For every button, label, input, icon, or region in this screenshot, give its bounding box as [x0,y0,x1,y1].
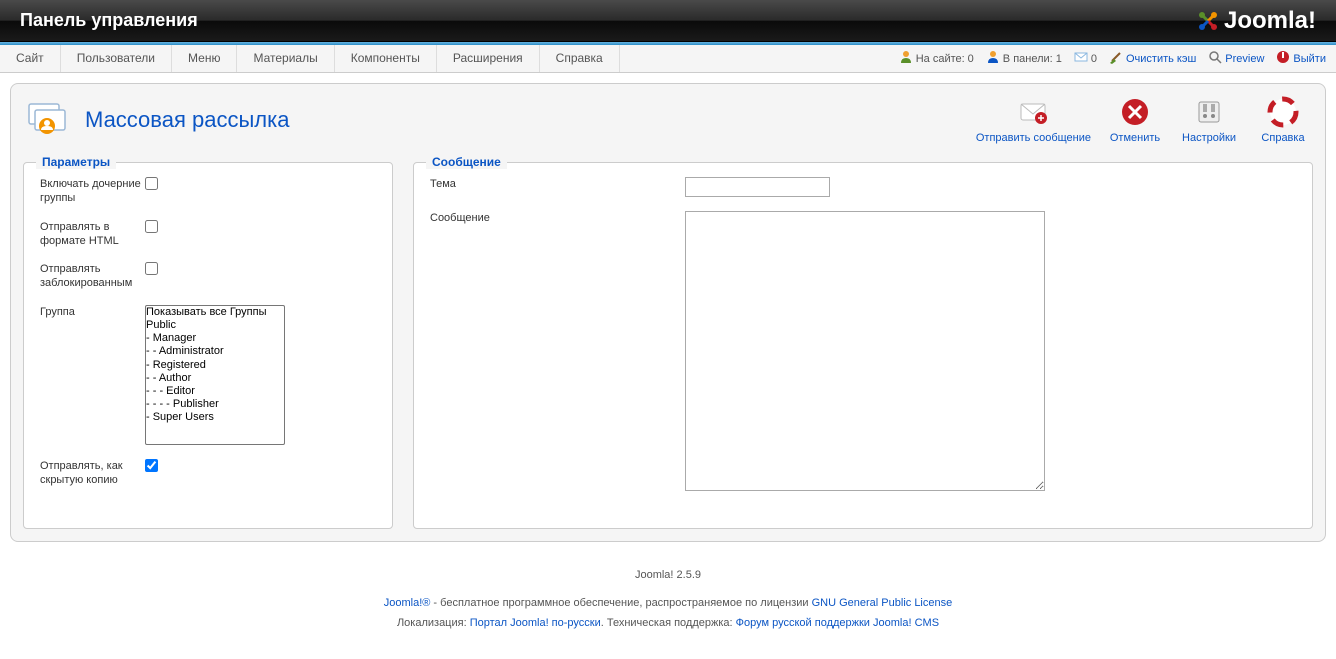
forum-link[interactable]: Форум русской поддержки Joomla! CMS [736,617,939,629]
row-body: Сообщение [430,211,1296,494]
message-legend: Сообщение [426,155,507,169]
row-html: Отправлять в формате HTML [40,220,376,249]
page-header: Массовая рассылка Отправить сообщение От… [23,96,1313,144]
row-recurse: Включать дочерние группы [40,177,376,206]
recurse-checkbox[interactable] [145,177,158,190]
row-subject: Тема [430,177,1296,197]
send-icon [1017,96,1049,128]
status-messages[interactable]: 0 [1074,51,1097,66]
group-option[interactable]: Public [146,319,284,332]
search-icon [1208,50,1222,67]
menu-help[interactable]: Справка [540,45,620,72]
mail-icon [1074,51,1088,66]
row-bcc: Отправлять, как скрытую копию [40,459,376,488]
status-clear-cache[interactable]: Очистить кэш [1109,50,1196,67]
menu-content[interactable]: Материалы [237,45,334,72]
message-fieldset: Сообщение Тема Сообщение [413,162,1313,529]
version: Joomla! 2.5.9 [14,566,1322,586]
group-option[interactable]: - Super Users [146,411,284,424]
logout-icon [1276,50,1290,67]
massmail-icon [23,96,71,144]
disabled-checkbox[interactable] [145,262,158,275]
content-box: Массовая рассылка Отправить сообщение От… [10,83,1326,542]
portal-link[interactable]: Портал Joomla! по-русски [470,617,601,629]
group-option[interactable]: - - Administrator [146,345,284,358]
menu-site[interactable]: Сайт [0,45,61,72]
html-checkbox[interactable] [145,220,158,233]
row-disabled: Отправлять заблокированным [40,262,376,291]
options-icon [1193,96,1225,128]
help-label: Справка [1253,132,1313,144]
recurse-label: Включать дочерние группы [40,177,145,206]
footer: Joomla! 2.5.9 Joomla!® - бесплатное прог… [0,552,1336,647]
form-columns: Параметры Включать дочерние группы Отпра… [23,162,1313,529]
header-title: Панель управления [20,10,198,31]
footer-line2: Локализация: Портал Joomla! по-русски. Т… [14,614,1322,634]
status-bar: На сайте: 0 В панели: 1 0 Очистить кэш P… [889,45,1336,72]
options-label: Настройки [1179,132,1239,144]
logo: Joomla! [1196,7,1316,35]
body-label: Сообщение [430,211,685,225]
send-button[interactable]: Отправить сообщение [976,96,1091,144]
group-option[interactable]: - Registered [146,359,284,372]
help-button[interactable]: Справка [1253,96,1313,144]
menu-users[interactable]: Пользователи [61,45,172,72]
toolbar: Отправить сообщение Отменить Настройки С… [976,96,1313,144]
header: Панель управления Joomla! [0,0,1336,42]
joomla-link[interactable]: Joomla!® [384,597,431,609]
group-select[interactable]: Показывать все ГруппыPublic- Manager- - … [145,305,285,445]
group-option[interactable]: - - - Editor [146,385,284,398]
options-button[interactable]: Настройки [1179,96,1239,144]
license-link[interactable]: GNU General Public License [812,597,953,609]
menu-left: Сайт Пользователи Меню Материалы Компоне… [0,45,620,72]
status-preview[interactable]: Preview [1208,50,1264,67]
menu-menus[interactable]: Меню [172,45,237,72]
cancel-button[interactable]: Отменить [1105,96,1165,144]
subject-input[interactable] [685,177,830,197]
bcc-label: Отправлять, как скрытую копию [40,459,145,488]
joomla-icon [1196,9,1220,33]
group-option[interactable]: - Manager [146,332,284,345]
status-visitors: На сайте: 0 [899,50,974,67]
content-wrap: Массовая рассылка Отправить сообщение От… [0,73,1336,552]
page-title-wrap: Массовая рассылка [23,96,289,144]
cancel-icon [1119,96,1151,128]
bcc-checkbox[interactable] [145,459,158,472]
menu-extensions[interactable]: Расширения [437,45,540,72]
menu-components[interactable]: Компоненты [335,45,437,72]
params-fieldset: Параметры Включать дочерние группы Отпра… [23,162,393,529]
disabled-label: Отправлять заблокированным [40,262,145,291]
help-icon [1267,96,1299,128]
status-admins: В панели: 1 [986,50,1062,67]
logo-text: Joomla! [1224,7,1316,35]
menubar: Сайт Пользователи Меню Материалы Компоне… [0,45,1336,73]
group-label: Группа [40,305,145,319]
group-option[interactable]: - - Author [146,372,284,385]
broom-icon [1109,50,1123,67]
body-textarea[interactable] [685,211,1045,491]
params-legend: Параметры [36,155,116,169]
page-title: Массовая рассылка [85,107,289,133]
group-option[interactable]: Показывать все Группы [146,306,284,319]
cancel-label: Отменить [1105,132,1165,144]
status-logout[interactable]: Выйти [1276,50,1326,67]
group-option[interactable]: - - - - Publisher [146,398,284,411]
user-icon [899,50,913,67]
row-group: Группа Показывать все ГруппыPublic- Mana… [40,305,376,445]
send-label: Отправить сообщение [976,132,1091,144]
subject-label: Тема [430,177,685,191]
html-label: Отправлять в формате HTML [40,220,145,249]
footer-line1: Joomla!® - бесплатное программное обеспе… [14,594,1322,614]
admin-icon [986,50,1000,67]
